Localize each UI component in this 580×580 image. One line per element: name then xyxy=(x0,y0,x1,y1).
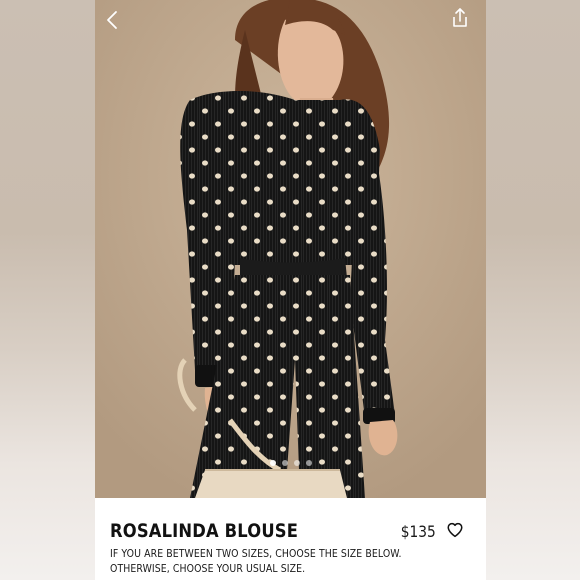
product-title: ROSALINDA BLOUSE xyxy=(110,520,299,542)
pagination-dot[interactable] xyxy=(269,460,276,466)
share-button[interactable] xyxy=(448,6,472,30)
heart-outline-icon xyxy=(447,522,463,538)
favorite-button[interactable] xyxy=(446,521,464,539)
pagination-dot[interactable] xyxy=(293,460,300,466)
chevron-left-icon xyxy=(107,11,117,29)
screenshot-frame: ROSALINDA BLOUSE $135 IF YOU ARE BETWEEN… xyxy=(0,0,580,580)
pagination-dot[interactable] xyxy=(305,460,312,466)
product-info-panel: ROSALINDA BLOUSE $135 IF YOU ARE BETWEEN… xyxy=(95,498,486,580)
model-photo xyxy=(95,0,486,498)
pagination-dot[interactable] xyxy=(281,460,288,466)
product-price: $135 xyxy=(400,522,436,541)
product-image[interactable] xyxy=(95,0,486,498)
size-guidance-note: IF YOU ARE BETWEEN TWO SIZES, CHOOSE THE… xyxy=(110,548,402,575)
back-button[interactable] xyxy=(101,8,125,32)
share-icon xyxy=(453,8,467,27)
blurred-backdrop-left xyxy=(0,0,96,580)
product-screen: ROSALINDA BLOUSE $135 IF YOU ARE BETWEEN… xyxy=(95,0,486,580)
image-pagination xyxy=(95,460,486,466)
blurred-backdrop-right xyxy=(484,0,580,580)
